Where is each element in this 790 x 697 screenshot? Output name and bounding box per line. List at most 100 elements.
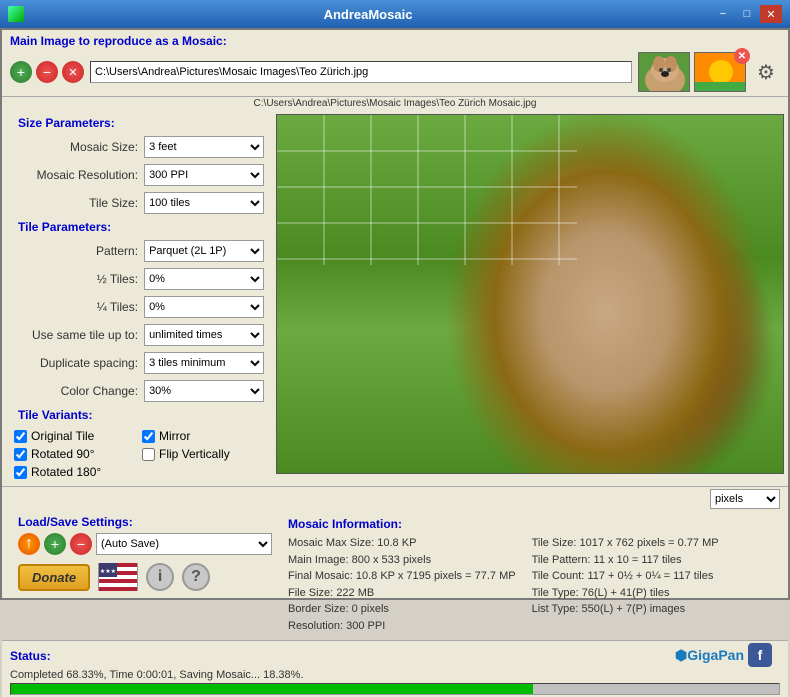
color-change-row: Color Change: 30% (10, 380, 264, 402)
gigapan-logo: ⬢GigaPan f (667, 643, 780, 669)
tile-pattern-value: 11 x 10 = 117 tiles (594, 554, 682, 566)
original-tile-checkbox[interactable] (14, 430, 27, 443)
app-title: AndreaMosaic (24, 7, 712, 22)
tile-size-select[interactable]: 100 tiles (144, 192, 264, 214)
settings-icon[interactable]: ⚙ (752, 58, 780, 86)
main-image-info-value: 800 x 533 pixels (352, 554, 432, 566)
duplicate-spacing-row: Duplicate spacing: 3 tiles minimum (10, 352, 264, 374)
mosaic-size-label: Mosaic Size: (10, 140, 144, 154)
tile-size-info-label: Tile Size: (532, 537, 577, 549)
tile-type-value: 76(L) + 41(P) tiles (582, 587, 670, 599)
rotated-180-label: Rotated 180° (31, 465, 101, 479)
pixels-select-row: pixels inches cm (2, 487, 788, 511)
tile-count-row: Tile Count: 117 + 0½ + 0¼ = 117 tiles (532, 568, 719, 585)
mosaic-size-row: Mosaic Size: 3 feet (10, 136, 264, 158)
save-remove-button[interactable]: − (70, 533, 92, 555)
status-header: Status: (10, 649, 51, 663)
rotated-180-checkbox[interactable] (14, 466, 27, 479)
clear-button[interactable]: ✕ (62, 61, 84, 83)
border-size-value: 0 pixels (352, 603, 389, 615)
load-save-section: Load/Save Settings: ↑ + − (Auto Save) Do… (10, 515, 280, 595)
main-image-row: Main Image: 800 x 533 pixels (288, 552, 516, 569)
tile-type-row: Tile Type: 76(L) + 41(P) tiles (532, 585, 719, 602)
mosaic-info-right: Tile Size: 1017 x 762 pixels = 0.77 MP T… (532, 535, 719, 634)
tile-variants-group: Original Tile Mirror Rotated 90° Flip Ve… (10, 426, 264, 482)
thumbnail-2-container: ✕ (694, 52, 746, 92)
progress-bar-container (10, 683, 780, 695)
border-size-row: Border Size: 0 pixels (288, 601, 516, 618)
resolution-row: Resolution: 300 PPI (288, 618, 516, 635)
list-type-label: List Type: (532, 603, 579, 615)
quarter-tiles-select[interactable]: 0% (144, 296, 264, 318)
close-button[interactable]: ✕ (760, 5, 782, 23)
use-same-tile-select[interactable]: unlimited times (144, 324, 264, 346)
gigapan-text: ⬢GigaPan (675, 647, 744, 664)
restore-button[interactable]: □ (736, 5, 758, 23)
original-tile-option[interactable]: Original Tile (14, 429, 132, 443)
resolution-label: Resolution: (288, 620, 343, 632)
list-type-value: 550(L) + 7(P) images (582, 603, 686, 615)
tile-count-value: 117 + 0½ + 0¼ = 117 tiles (587, 570, 713, 582)
file-size-label: File Size: (288, 587, 333, 599)
use-same-tile-label: Use same tile up to: (10, 328, 144, 342)
remove-button[interactable]: − (36, 61, 58, 83)
rotated-90-checkbox[interactable] (14, 448, 27, 461)
flag-icon[interactable]: ★★★ (98, 563, 138, 591)
tile-count-label: Tile Count: (532, 570, 585, 582)
tile-parameters-header: Tile Parameters: (10, 218, 264, 236)
flip-vertically-option[interactable]: Flip Vertically (142, 447, 260, 461)
save-add-button[interactable]: + (44, 533, 66, 555)
rotated-90-option[interactable]: Rotated 90° (14, 447, 132, 461)
image-path-input[interactable] (90, 61, 632, 83)
pattern-row: Pattern: Parquet (2L 1P) (10, 240, 264, 262)
tile-pattern-label: Tile Pattern: (532, 554, 591, 566)
mosaic-info-section: Mosaic Information: Mosaic Max Size: 10.… (288, 515, 780, 636)
color-change-select[interactable]: 30% (144, 380, 264, 402)
mosaic-info-left: Mosaic Max Size: 10.8 KP Main Image: 800… (288, 535, 516, 634)
status-bar: Status: ⬢GigaPan f Completed 68.33%, Tim… (2, 640, 788, 697)
info-button[interactable]: i (146, 563, 174, 591)
us-flag-image: ★★★ (99, 563, 137, 591)
donate-button[interactable]: Donate (18, 564, 90, 591)
minimize-button[interactable]: − (712, 5, 734, 23)
tile-variants-header: Tile Variants: (10, 406, 264, 424)
pattern-select[interactable]: Parquet (2L 1P) (144, 240, 264, 262)
bottom-buttons: Donate ★★★ i ? (10, 559, 280, 595)
content-area: Size Parameters: Mosaic Size: 3 feet Mos… (2, 110, 788, 486)
flip-vertically-label: Flip Vertically (159, 447, 230, 461)
mosaic-resolution-select[interactable]: 300 PPI (144, 164, 264, 186)
list-type-row: List Type: 550(L) + 7(P) images (532, 601, 719, 618)
duplicate-spacing-label: Duplicate spacing: (10, 356, 144, 370)
top-bar: + − ✕ (2, 48, 788, 97)
mosaic-max-size-row: Mosaic Max Size: 10.8 KP (288, 535, 516, 552)
units-select[interactable]: pixels inches cm (710, 489, 780, 509)
bottom-area: pixels inches cm Load/Save Settings: ↑ +… (2, 486, 788, 697)
facebook-icon[interactable]: f (748, 643, 772, 667)
image-area (272, 110, 788, 486)
thumbnail-dog[interactable] (638, 52, 690, 92)
titlebar: AndreaMosaic − □ ✕ (0, 0, 790, 28)
mirror-option[interactable]: Mirror (142, 429, 260, 443)
duplicate-spacing-select[interactable]: 3 tiles minimum (144, 352, 264, 374)
thumbnail-close-icon[interactable]: ✕ (734, 48, 750, 64)
half-tiles-select[interactable]: 0% (144, 268, 264, 290)
load-arrow-button[interactable]: ↑ (18, 533, 40, 555)
mosaic-size-select[interactable]: 3 feet (144, 136, 264, 158)
final-mosaic-label: Final Mosaic: (288, 570, 353, 582)
size-parameters-header: Size Parameters: (10, 114, 264, 132)
rotated-180-option[interactable]: Rotated 180° (14, 465, 132, 479)
mosaic-path-label: C:\Users\Andrea\Pictures\Mosaic Images\T… (2, 97, 788, 110)
status-text: Completed 68.33%, Time 0:00:01, Saving M… (10, 669, 780, 681)
border-size-label: Border Size: (288, 603, 349, 615)
flip-vertically-checkbox[interactable] (142, 448, 155, 461)
help-button[interactable]: ? (182, 563, 210, 591)
main-container: Main Image to reproduce as a Mosaic: + −… (0, 28, 790, 600)
auto-save-select[interactable]: (Auto Save) (96, 533, 272, 555)
mosaic-max-size-value: 10.8 KP (377, 537, 416, 549)
mirror-checkbox[interactable] (142, 430, 155, 443)
tile-size-info-row: Tile Size: 1017 x 762 pixels = 0.77 MP (532, 535, 719, 552)
add-button[interactable]: + (10, 61, 32, 83)
final-mosaic-row: Final Mosaic: 10.8 KP x 7195 pixels = 77… (288, 568, 516, 585)
quarter-tiles-label: ¼ Tiles: (10, 300, 144, 314)
color-change-label: Color Change: (10, 384, 144, 398)
